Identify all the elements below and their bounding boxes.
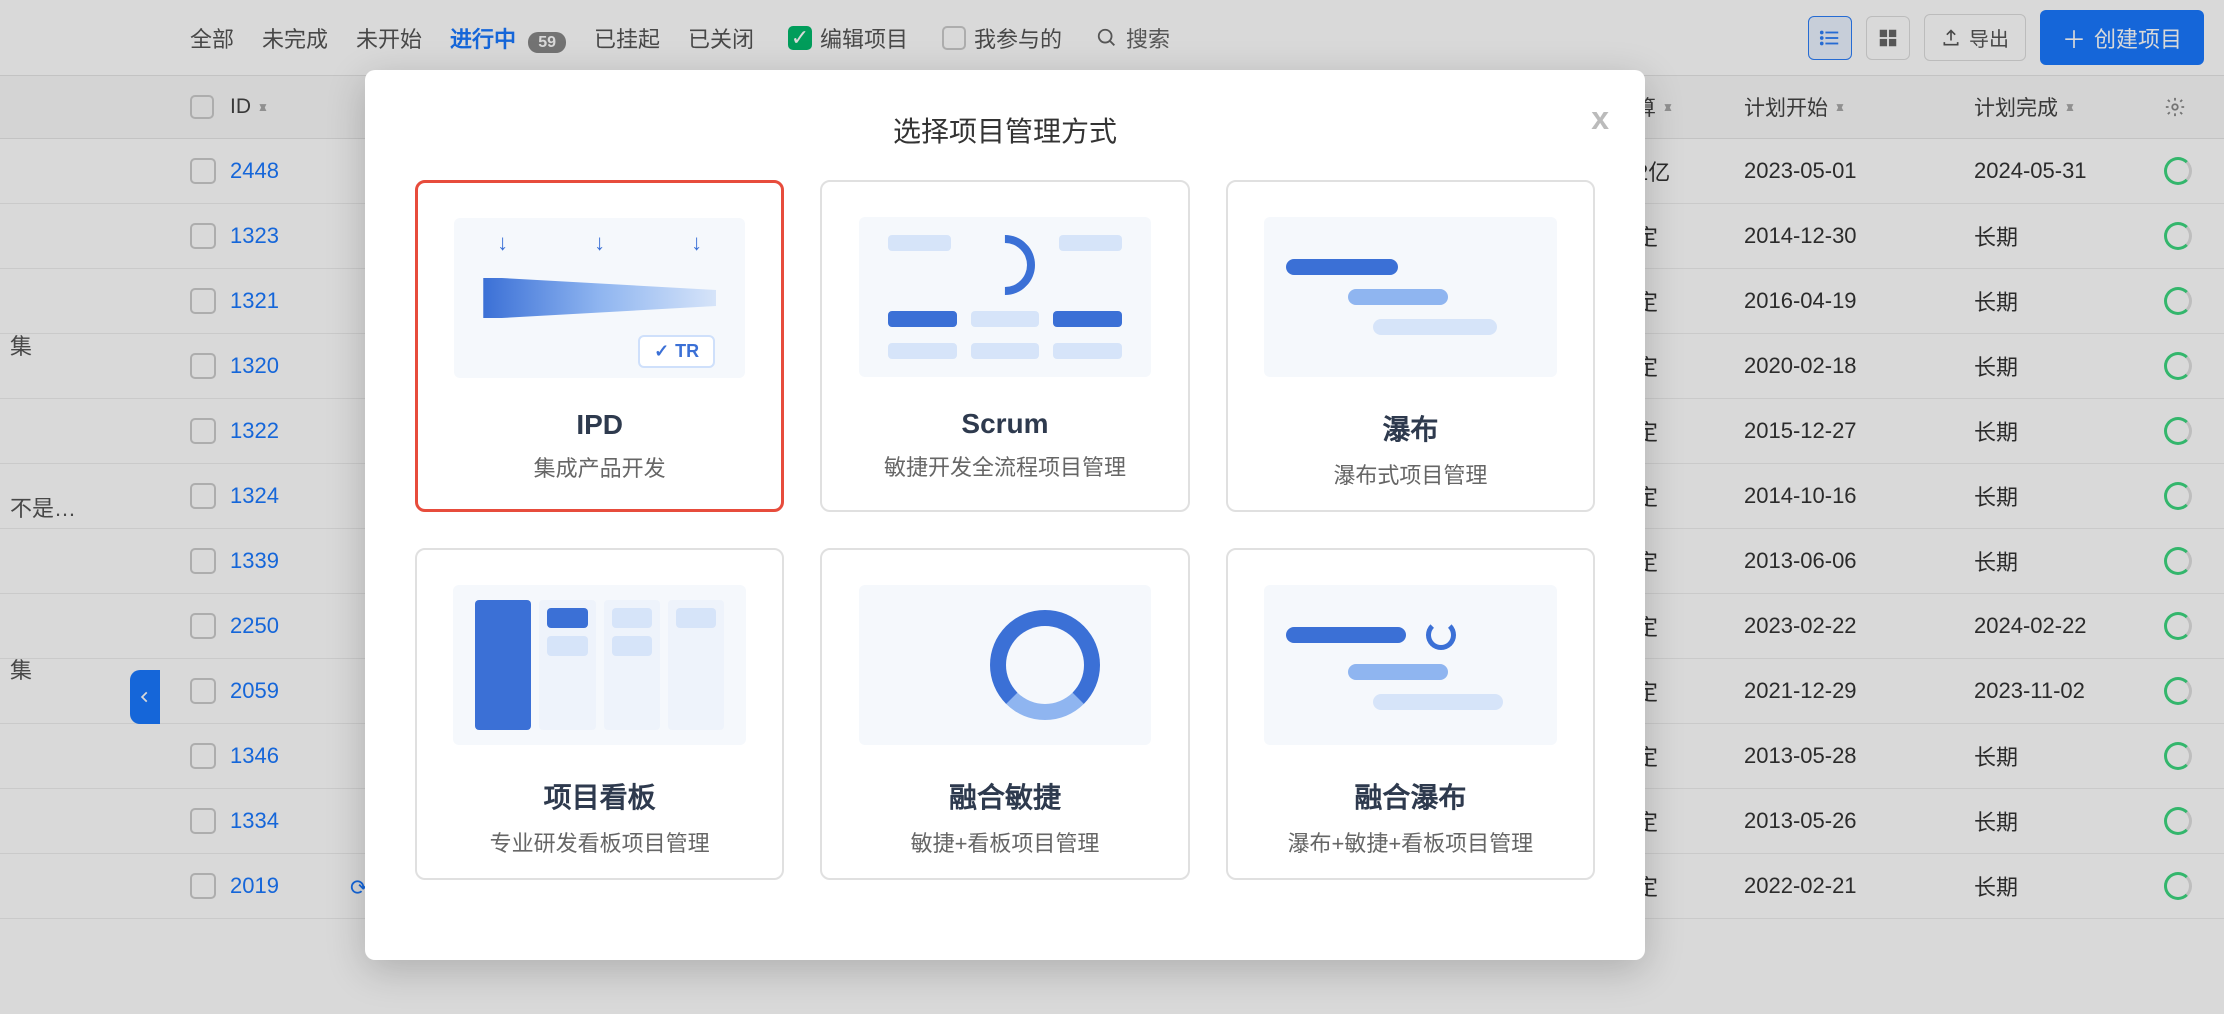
card-illustration <box>1248 202 1573 392</box>
card-illustration <box>1248 570 1573 760</box>
card-desc: 敏捷+看板项目管理 <box>842 826 1167 858</box>
card-hybrid-agile[interactable]: 融合敏捷 敏捷+看板项目管理 <box>820 548 1189 880</box>
gantt-icon <box>1286 259 1535 335</box>
modal-title: 选择项目管理方式 <box>415 110 1595 150</box>
arrow-down-icon: ↓ <box>691 230 702 256</box>
card-desc: 瀑布+敏捷+看板项目管理 <box>1248 826 1573 858</box>
card-name: 项目看板 <box>437 776 762 816</box>
project-type-modal: 选择项目管理方式 x ↓ ↓ ↓ ✓TR IPD 集成产品开发 <box>365 70 1645 960</box>
modal-close-button[interactable]: x <box>1591 100 1609 137</box>
card-illustration <box>842 202 1167 392</box>
tr-badge: ✓TR <box>638 335 715 368</box>
card-desc: 敏捷开发全流程项目管理 <box>842 450 1167 482</box>
gantt-icon <box>1286 620 1535 710</box>
card-illustration <box>842 570 1167 760</box>
card-name: 融合瀑布 <box>1248 776 1573 816</box>
card-name: 融合敏捷 <box>842 776 1167 816</box>
card-illustration <box>437 570 762 760</box>
arrow-down-icon: ↓ <box>594 230 605 256</box>
card-waterfall[interactable]: 瀑布 瀑布式项目管理 <box>1226 180 1595 512</box>
card-desc: 集成产品开发 <box>438 451 761 483</box>
card-desc: 瀑布式项目管理 <box>1248 458 1573 490</box>
ring-icon <box>990 610 1100 720</box>
arrow-down-icon: ↓ <box>497 230 508 256</box>
card-desc: 专业研发看板项目管理 <box>437 826 762 858</box>
card-scrum[interactable]: Scrum 敏捷开发全流程项目管理 <box>820 180 1189 512</box>
card-ipd[interactable]: ↓ ↓ ↓ ✓TR IPD 集成产品开发 <box>415 180 784 512</box>
card-kanban[interactable]: 项目看板 专业研发看板项目管理 <box>415 548 784 880</box>
kanban-icon <box>475 600 724 730</box>
card-hybrid-waterfall[interactable]: 融合瀑布 瀑布+敏捷+看板项目管理 <box>1226 548 1595 880</box>
card-name: Scrum <box>842 408 1167 440</box>
card-name: IPD <box>438 409 761 441</box>
pipeline-icon <box>483 278 716 318</box>
cycle-icon <box>963 223 1048 308</box>
card-illustration: ↓ ↓ ↓ ✓TR <box>438 203 761 393</box>
card-name: 瀑布 <box>1248 408 1573 448</box>
card-grid: ↓↓↓ ✓TR IPD 集成产品开发 Scrum 敏捷开发全流程项目管 <box>415 180 1595 880</box>
